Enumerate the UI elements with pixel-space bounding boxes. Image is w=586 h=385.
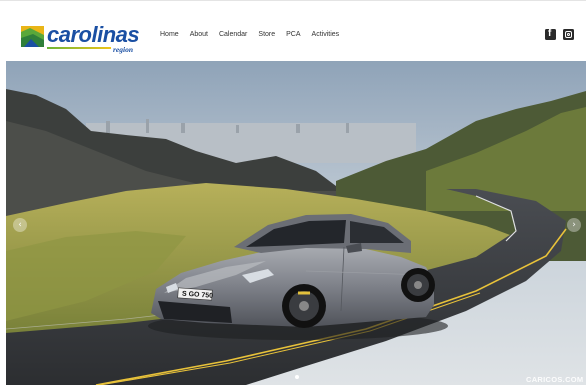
logo-underline [47,47,111,49]
nav-about[interactable]: About [190,31,208,38]
slide-indicator-dot[interactable] [295,375,299,379]
image-watermark: CARICOS.COM [526,375,584,384]
hero-image: S GO 750 [6,61,586,385]
nav-pca[interactable]: PCA [286,31,300,38]
nav-home[interactable]: Home [160,31,179,38]
site-header: carolinas region Home About Calendar Sto… [0,10,586,61]
nav-activities[interactable]: Activities [312,31,340,38]
nav-store[interactable]: Store [258,31,275,38]
hero-slider[interactable]: S GO 750 ‹ › CARICOS.COM [6,61,586,385]
facebook-icon[interactable]: f [545,28,556,40]
page: carolinas region Home About Calendar Sto… [0,0,586,385]
main-nav: Home About Calendar Store PCA Activities [160,31,350,38]
instagram-icon[interactable] [563,29,574,40]
nav-calendar[interactable]: Calendar [219,31,247,38]
logo-mark-icon [21,26,44,47]
logo-subtitle: region [113,45,134,54]
top-divider [0,0,586,1]
logo[interactable]: carolinas region [21,22,143,60]
slider-prev-button[interactable]: ‹ [13,218,27,232]
instagram-lens [567,33,570,36]
slider-next-button[interactable]: › [567,218,581,232]
facebook-glyph: f [548,28,552,39]
